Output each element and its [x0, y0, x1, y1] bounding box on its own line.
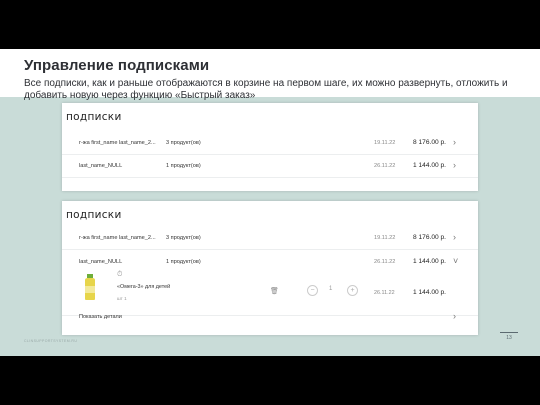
product-price: 1 144.00 р. [413, 289, 446, 296]
product-qty-label: шт 1 [117, 296, 127, 301]
chevron-right-icon[interactable]: › [453, 232, 456, 242]
subscription-price: 8 176.00 р. [413, 139, 446, 146]
subscription-row[interactable]: last_name_NULL 1 продукт(ов) 26.11.22 1 … [62, 157, 478, 178]
chevron-down-icon[interactable]: ˅ [453, 256, 458, 266]
subscription-name: г-жа first_name last_name_2... [79, 140, 156, 146]
subscription-name: last_name_NULL [79, 163, 123, 169]
title-bar: Управление подписками Все подписки, как … [0, 49, 540, 101]
panel-title: подписки [66, 111, 122, 123]
plus-button[interactable]: + [347, 285, 358, 296]
slide: Управление подписками Все подписки, как … [0, 49, 540, 356]
subscription-price: 1 144.00 р. [413, 258, 446, 265]
minus-button[interactable]: − [307, 285, 318, 296]
product-count: 1 продукт(ов) [166, 163, 201, 169]
schedule-icon: ⏱ [117, 271, 123, 278]
subscription-price: 8 176.00 р. [413, 234, 446, 241]
footer-site-text: CLINSUPPORTSYSTEM.RU [24, 339, 78, 343]
product-count: 3 продукт(ов) [166, 140, 201, 146]
subscription-date: 19.11.22 [374, 140, 396, 146]
subscription-row[interactable]: г-жа first_name last_name_2... 3 продукт… [62, 229, 478, 250]
page-number-divider [500, 332, 518, 333]
subscription-row[interactable]: г-жа first_name last_name_2... 3 продукт… [62, 134, 478, 155]
subscription-name: last_name_NULL [79, 259, 123, 265]
subscriptions-panel-expanded: подписки г-жа first_name last_name_2... … [62, 201, 478, 335]
product-count: 3 продукт(ов) [166, 235, 201, 241]
chevron-right-icon[interactable]: › [453, 160, 456, 170]
subscription-row-expanded[interactable]: last_name_NULL 1 продукт(ов) 26.11.22 1 … [62, 253, 478, 316]
slide-title: Управление подписками [24, 57, 210, 74]
trash-icon[interactable]: 🗑 [270, 287, 279, 295]
subscriptions-panel-collapsed: подписки г-жа first_name last_name_2... … [62, 103, 478, 191]
product-date: 26.11.22 [374, 290, 395, 296]
chevron-right-icon[interactable]: › [453, 311, 456, 321]
subscription-date: 26.11.22 [374, 163, 396, 169]
product-name: «Омега-3» для детей [117, 284, 171, 290]
subscription-price: 1 144.00 р. [413, 162, 446, 169]
show-details-link[interactable]: Показать детали [79, 314, 122, 320]
subscription-date: 26.11.22 [374, 259, 396, 265]
page-number-value: 13 [506, 335, 512, 341]
product-bottle-image [85, 274, 95, 300]
slide-subtitle: Все подписки, как и раньше отображаются … [24, 78, 508, 101]
subscription-name: г-жа first_name last_name_2... [79, 235, 156, 241]
quantity-stepper[interactable]: − 1 + [307, 285, 359, 296]
product-count: 1 продукт(ов) [166, 259, 201, 265]
chevron-right-icon[interactable]: › [453, 137, 456, 147]
subscription-date: 19.11.22 [374, 235, 396, 241]
panel-title: подписки [66, 209, 122, 221]
page-number: 13 [500, 332, 518, 341]
quantity-value: 1 [329, 286, 333, 292]
